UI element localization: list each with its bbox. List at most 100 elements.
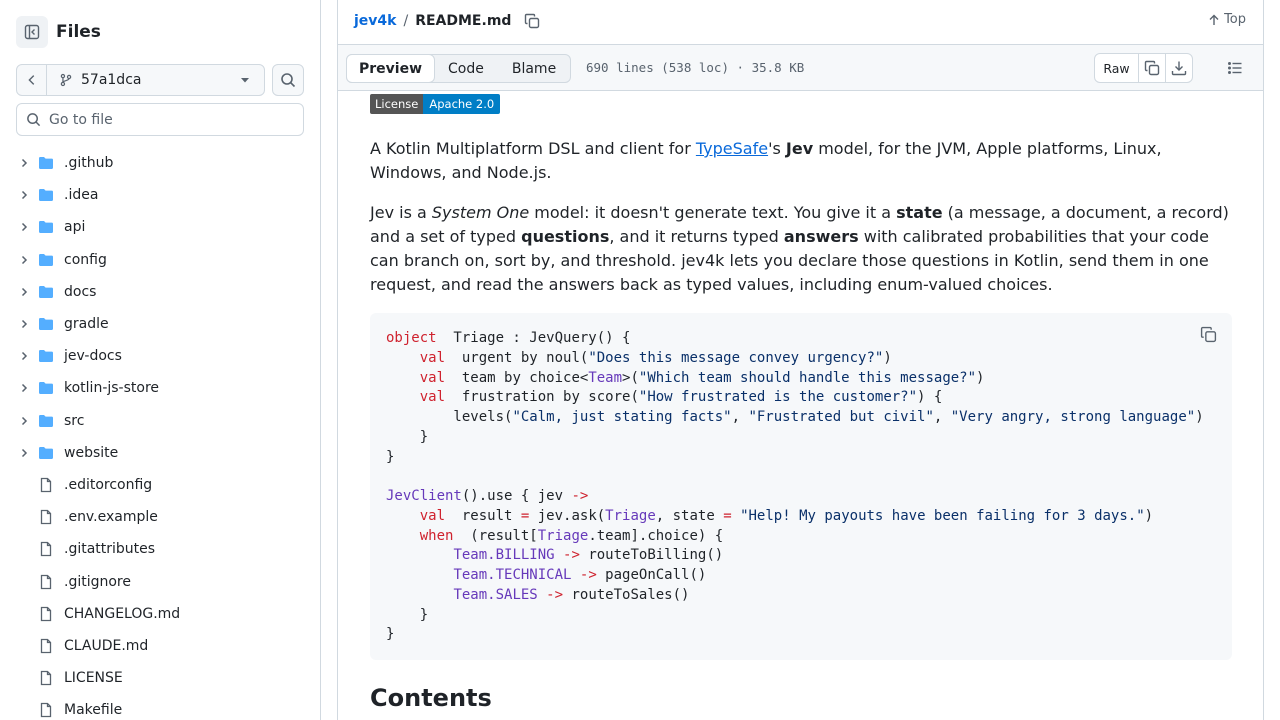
license-badge[interactable]: License Apache 2.0 [370,94,501,114]
tree-folder-item[interactable]: jev-docs [16,340,312,372]
tree-folder-item[interactable]: gradle [16,308,312,340]
arrow-up-icon [1209,14,1219,25]
code-token: team by choice< [445,369,589,386]
outline-button[interactable] [1227,60,1243,76]
search-icon [281,73,296,88]
copy-raw-button[interactable] [1138,54,1165,82]
bold-text: answers [783,227,859,246]
branch-selector[interactable]: 57a1dca [47,65,264,95]
code-token: routeToSales() [563,586,690,603]
code-token: ) [1195,409,1204,425]
chevron-right-icon[interactable] [16,318,32,330]
tree-file-item[interactable]: Makefile [16,694,312,720]
tree-file-item[interactable]: CHANGELOG.md [16,598,312,630]
code-token: , [933,409,951,425]
folder-icon [38,413,54,429]
code-token: -> [571,488,589,504]
copy-code-button[interactable] [1200,326,1217,343]
code-token: } [386,626,395,643]
sidebar-collapse-icon [24,24,40,40]
chevron-right-icon[interactable] [16,189,32,201]
back-button[interactable] [17,65,47,95]
code-token: Team [453,567,488,583]
download-icon [1171,61,1187,76]
breadcrumb-repo-link[interactable]: jev4k [354,13,396,29]
file-tree-sidebar: Files 57a1dca .github.ideaapiconfigdoc [0,0,321,720]
badge-label: License [370,94,424,114]
copy-icon [1144,60,1160,76]
tab-preview[interactable]: Preview [346,54,436,83]
tree-item-label: CHANGELOG.md [64,605,181,622]
tab-blame[interactable]: Blame [498,55,570,82]
chevron-right-icon[interactable] [16,221,32,233]
code-token: (result[ [453,527,538,544]
chevron-left-icon [27,75,34,85]
tree-folder-item[interactable]: website [16,437,312,469]
chevron-right-icon[interactable] [16,286,32,298]
folder-icon [38,187,54,203]
tree-item-label: .github [64,155,114,172]
sidebar-title: Files [56,22,101,42]
code-token: -> [546,586,564,603]
tree-folder-item[interactable]: src [16,405,312,437]
tree-item-label: kotlin-js-store [64,380,160,397]
raw-button[interactable]: Raw [1095,54,1138,82]
go-to-file-input[interactable] [49,111,289,128]
tree-file-item[interactable]: CLAUDE.md [16,630,312,662]
tree-file-item[interactable]: .gitignore [16,565,312,597]
code-token: result [445,507,521,524]
branch-row: 57a1dca [16,64,304,96]
tree-folder-item[interactable]: kotlin-js-store [16,372,312,404]
chevron-right-icon [16,704,32,716]
folder-icon [38,284,54,300]
code-token: "Calm, just stating facts" [512,409,732,425]
tree-folder-item[interactable]: .idea [16,179,312,211]
tree-item-label: Makefile [64,702,123,719]
file-icon [38,702,54,718]
tree-folder-item[interactable]: docs [16,276,312,308]
chevron-right-icon[interactable] [16,157,32,169]
collapse-sidebar-button[interactable] [16,16,48,48]
tree-file-item[interactable]: LICENSE [16,662,312,694]
tree-item-label: .env.example [64,509,158,526]
bold-text: questions [521,227,610,246]
tree-folder-item[interactable]: api [16,211,312,243]
tree-file-item[interactable]: .editorconfig [16,469,312,501]
chevron-right-icon[interactable] [16,447,32,459]
branch-name: 57a1dca [81,72,142,88]
tree-file-item[interactable]: .gitattributes [16,533,312,565]
tree-file-item[interactable]: .env.example [16,501,312,533]
copy-path-button[interactable] [524,13,540,29]
code-token: routeToBilling() [579,547,724,564]
code-token: levels( [386,409,513,425]
readme-content: License Apache 2.0 A Kotlin Multiplatfor… [370,94,1232,712]
chevron-right-icon[interactable] [16,350,32,362]
tree-folder-item[interactable]: config [16,244,312,276]
typesafe-link[interactable]: TypeSafe [696,139,768,158]
search-button[interactable] [272,64,304,96]
italic-text: System One [431,203,530,222]
tab-code[interactable]: Code [434,55,498,82]
chevron-right-icon [16,672,32,684]
download-button[interactable] [1165,54,1192,82]
scroll-to-top-button[interactable]: Top [1208,12,1246,27]
tree-folder-item[interactable]: .github [16,147,312,179]
copy-icon [525,13,540,29]
chevron-right-icon[interactable] [16,254,32,266]
bold-text: Jev [785,139,814,158]
code-token: Team [453,586,488,603]
chevron-right-icon [16,479,32,491]
file-toolbar: Preview Code Blame 690 lines (538 loc) · 3… [338,44,1263,91]
copy-icon [1200,326,1217,343]
top-label: Top [1224,12,1246,27]
chevron-right-icon[interactable] [16,415,32,427]
code-token: "Very angry, strong language" [950,409,1196,425]
chevron-right-icon[interactable] [16,382,32,394]
contents-heading: Contents [370,684,492,712]
code-token: .BILLING [487,547,555,564]
tree-item-label: .gitignore [64,573,131,590]
code-token: >( [622,369,639,386]
